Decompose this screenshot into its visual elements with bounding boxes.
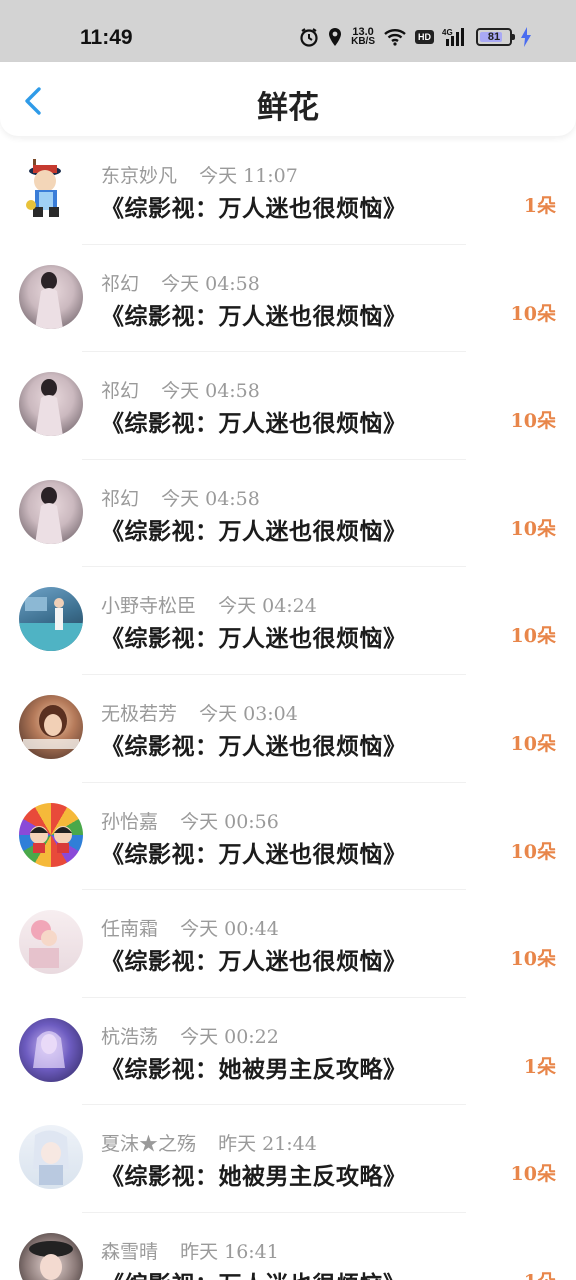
svg-text:4G: 4G — [442, 28, 453, 37]
book-title[interactable]: 《综影视：万人迷也很烦恼》 — [101, 835, 407, 869]
flower-count: 1朵 — [524, 1267, 556, 1280]
charging-bolt-icon — [520, 27, 532, 47]
user-name[interactable]: 祁幻 — [101, 380, 139, 402]
timestamp: 今天 00:44 — [180, 918, 279, 941]
flower-count: 10朵 — [510, 1163, 556, 1186]
list-item[interactable]: 祁幻 今天 04:58 《综影视：万人迷也很烦恼》 10朵 — [0, 245, 576, 353]
flower-count: 10朵 — [510, 302, 556, 325]
timestamp: 今天 00:56 — [180, 810, 279, 833]
list-item[interactable]: 夏沫★之殇 昨天 21:44 《综影视：她被男主反攻略》 10朵 — [0, 1105, 576, 1213]
avatar[interactable] — [19, 1232, 83, 1280]
book-title[interactable]: 《综影视：万人迷也很烦恼》 — [101, 189, 407, 223]
user-name[interactable]: 小野寺松臣 — [101, 595, 196, 617]
battery-level: 81 — [487, 31, 501, 43]
avatar[interactable] — [19, 157, 83, 221]
book-title[interactable]: 《综影视：万人迷也很烦恼》 — [101, 727, 407, 761]
book-title[interactable]: 《综影视：万人迷也很烦恼》 — [101, 297, 407, 331]
avatar[interactable] — [19, 264, 83, 329]
timestamp: 今天 03:04 — [199, 702, 298, 725]
user-name[interactable]: 森雪晴 — [101, 1241, 158, 1263]
flower-count: 1朵 — [523, 195, 556, 217]
flower-count: 10朵 — [510, 948, 556, 971]
book-title[interactable]: 《综影视：万人迷也很烦恼》 — [101, 404, 407, 438]
user-name[interactable]: 夏沫★之殇 — [101, 1133, 196, 1155]
flower-count: 10朵 — [510, 517, 556, 540]
flower-list: 东京妙凡 今天 11:07 《综影视：万人迷也很烦恼》 1朵 祁幻 今天 04:… — [0, 137, 576, 1280]
flower-count: 10朵 — [510, 410, 556, 433]
timestamp: 今天 04:58 — [161, 272, 260, 295]
user-name[interactable]: 祁幻 — [101, 273, 139, 295]
signal-icon: 4G — [442, 27, 468, 47]
flower-count: 10朵 — [510, 732, 556, 755]
timestamp: 今天 04:58 — [161, 487, 260, 510]
list-item[interactable]: 任南霜 今天 00:44 《综影视：万人迷也很烦恼》 10朵 — [0, 890, 576, 998]
user-name[interactable]: 孙怡嘉 — [101, 811, 158, 833]
book-title[interactable]: 《综影视：万人迷也很烦恼》 — [101, 942, 407, 976]
list-item[interactable]: 杭浩荡 今天 00:22 《综影视：她被男主反攻略》 1朵 — [0, 998, 576, 1106]
book-title[interactable]: 《综影视：万人迷也很烦恼》 — [101, 1265, 407, 1280]
wifi-icon — [383, 28, 407, 46]
list-item[interactable]: 无极若芳 今天 03:04 《综影视：万人迷也很烦恼》 10朵 — [0, 675, 576, 783]
avatar[interactable] — [19, 694, 83, 759]
avatar[interactable] — [19, 910, 83, 975]
list-item[interactable]: 小野寺松臣 今天 04:24 《综影视：万人迷也很烦恼》 10朵 — [0, 567, 576, 675]
avatar[interactable] — [19, 587, 83, 652]
avatar[interactable] — [19, 1017, 83, 1082]
alarm-icon — [299, 27, 319, 47]
user-name[interactable]: 任南霜 — [101, 918, 158, 940]
user-name[interactable]: 无极若芳 — [101, 703, 177, 725]
book-title[interactable]: 《综影视：万人迷也很烦恼》 — [101, 512, 407, 546]
list-item[interactable]: 东京妙凡 今天 11:07 《综影视：万人迷也很烦恼》 1朵 — [0, 137, 576, 245]
timestamp: 今天 04:58 — [161, 380, 260, 403]
timestamp: 今天 04:24 — [218, 595, 317, 618]
avatar[interactable] — [19, 1125, 83, 1190]
flower-count: 10朵 — [510, 840, 556, 863]
list-item[interactable]: 孙怡嘉 今天 00:56 《综影视：万人迷也很烦恼》 10朵 — [0, 783, 576, 891]
book-title[interactable]: 《综影视：她被男主反攻略》 — [101, 1157, 407, 1191]
status-icons: 13.0 KB/S HD 4G 81 — [299, 22, 532, 52]
book-title[interactable]: 《综影视：她被男主反攻略》 — [101, 1050, 407, 1084]
net-speed-unit: KB/S — [351, 36, 375, 47]
flower-count: 10朵 — [510, 625, 556, 648]
page-title: 鲜花 — [257, 90, 319, 126]
timestamp: 今天 00:22 — [180, 1025, 279, 1048]
status-bar: 11:49 13.0 KB/S HD 4G 81 — [0, 0, 576, 66]
flower-count: 1朵 — [523, 1055, 556, 1078]
user-name[interactable]: 杭浩荡 — [101, 1026, 158, 1048]
avatar[interactable] — [19, 372, 83, 437]
user-name[interactable]: 祁幻 — [101, 488, 139, 510]
timestamp: 昨天 16:41 — [180, 1240, 279, 1263]
status-time: 11:49 — [80, 26, 133, 49]
header: 鲜花 — [0, 62, 576, 136]
list-item[interactable]: 祁幻 今天 04:58 《综影视：万人迷也很烦恼》 10朵 — [0, 352, 576, 460]
book-title[interactable]: 《综影视：万人迷也很烦恼》 — [101, 619, 407, 653]
timestamp: 昨天 21:44 — [218, 1133, 317, 1156]
avatar[interactable] — [19, 479, 83, 544]
battery-icon: 81 — [476, 28, 515, 46]
list-item[interactable]: 森雪晴 昨天 16:41 《综影视：万人迷也很烦恼》 1朵 — [0, 1213, 576, 1280]
timestamp: 今天 11:07 — [199, 165, 298, 187]
location-icon — [327, 27, 343, 47]
network-speed: 13.0 KB/S — [351, 27, 375, 47]
avatar[interactable] — [19, 802, 83, 867]
list-item[interactable]: 祁幻 今天 04:58 《综影视：万人迷也很烦恼》 10朵 — [0, 460, 576, 568]
user-name[interactable]: 东京妙凡 — [101, 165, 177, 187]
hd-badge: HD — [415, 30, 434, 44]
